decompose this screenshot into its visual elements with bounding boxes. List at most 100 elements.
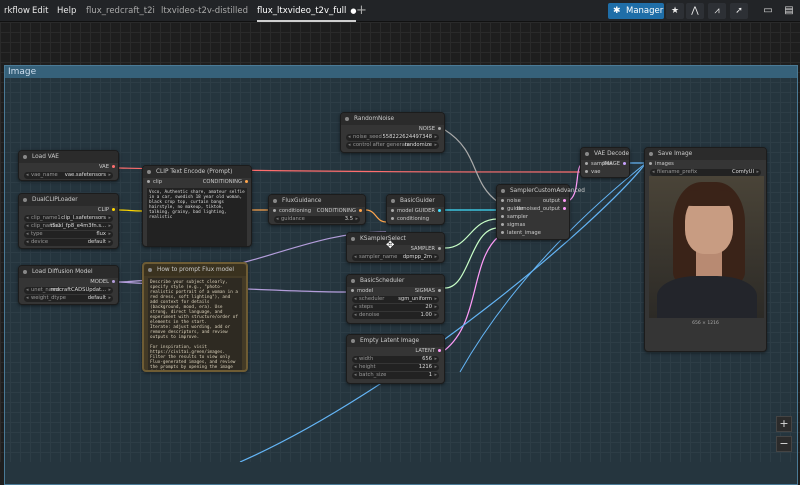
scheduler-widget[interactable]: scheduler sgm_uniform — [352, 296, 439, 303]
model-output[interactable]: MODEL — [19, 278, 118, 286]
vae-input[interactable]: vae — [581, 168, 629, 176]
input-label: noise — [507, 198, 521, 204]
conditioning-output[interactable]: CONDITIONING — [203, 178, 251, 186]
node-title: FluxGuidance — [269, 195, 365, 207]
sampler-output[interactable]: SAMPLER — [347, 245, 444, 253]
node-title: SamplerCustomAdvanced — [497, 185, 585, 197]
node-title: CLIP Text Encode (Prompt) — [143, 166, 251, 178]
sampler-input[interactable]: sampler — [497, 213, 569, 221]
input-label: clip — [153, 179, 163, 185]
conditioning-output[interactable]: CONDITIONING — [317, 207, 365, 215]
widget-value: ComfyUI — [732, 169, 754, 175]
sampler-custom-advanced-node[interactable]: SamplerCustomAdvanced noise output guider… — [496, 184, 585, 240]
vae-name-widget[interactable]: vae_name vae.safetensors — [24, 172, 113, 179]
dual-clip-loader-node[interactable]: DualCLIPLoader CLIP clip_name1clip_l.saf… — [18, 193, 119, 249]
widget-label: denoise — [359, 312, 380, 318]
weight-dtype-widget[interactable]: weight_dtype default — [24, 295, 113, 302]
width-widget[interactable]: width 656 — [352, 356, 439, 363]
save-image-node[interactable]: Save Image images filename_prefix ComfyUI… — [644, 147, 767, 352]
sigmas-input[interactable]: sigmas — [497, 221, 569, 229]
basic-scheduler-node[interactable]: BasicScheduler model SIGMAS scheduler sgm_… — [346, 274, 445, 324]
zoom-in-button[interactable]: + — [776, 416, 792, 432]
type-widget[interactable]: type flux — [24, 231, 113, 238]
manager-label: Manager — [626, 6, 664, 16]
export-arrow-icon[interactable]: ➚ — [730, 3, 748, 19]
noise-seed-widget[interactable]: noise_seed558222624497348 — [346, 134, 439, 141]
vae-decode-node[interactable]: VAE Decode samples IMAGE vae — [580, 147, 630, 178]
clip-input[interactable]: clip CONDITIONING — [143, 178, 251, 186]
model-input[interactable]: model SIGMAS — [347, 287, 444, 295]
samples-input[interactable]: samples IMAGE — [581, 160, 629, 168]
clip-text-encode-node[interactable]: CLIP Text Encode (Prompt) clip CONDITIONI… — [142, 165, 252, 247]
menu-edit[interactable]: Edit — [32, 6, 48, 16]
guider-output[interactable]: GUIDER — [415, 207, 444, 215]
noise-output[interactable]: NOISE — [341, 125, 444, 133]
clip-output[interactable]: CLIP — [19, 206, 118, 214]
conditioning-input[interactable]: conditioning CONDITIONING — [269, 207, 365, 215]
device-widget[interactable]: device default — [24, 239, 113, 246]
nodes-icon[interactable]: ⋀ — [686, 3, 704, 19]
latent-output[interactable]: LATENT — [347, 347, 444, 355]
sigmas-output[interactable]: SIGMAS — [415, 287, 444, 295]
node-canvas[interactable]: Image Load VAE VAE vae_namevae.safetenso… — [0, 22, 800, 485]
node-title: BasicScheduler — [347, 275, 444, 287]
model-input[interactable]: model GUIDER — [387, 207, 444, 215]
empty-latent-image-node[interactable]: Empty Latent Image LATENT width 656 heigh… — [346, 334, 445, 384]
tab-flux-ltxvideo-full[interactable]: flux_ltxvideo_t2v_full ● — [257, 0, 357, 22]
images-input[interactable]: images — [645, 160, 766, 168]
share-model-icon[interactable]: ⩘ — [708, 3, 726, 19]
note-text[interactable]: Describe your subject clearly, specify s… — [148, 278, 242, 370]
how-to-prompt-note[interactable]: How to prompt Flux model Describe your s… — [142, 262, 248, 372]
tab-label: flux_ltxvideo_t2v_full — [257, 6, 347, 16]
filename-prefix-widget[interactable]: filename_prefix ComfyUI — [650, 169, 761, 176]
panel-toggle-icon[interactable]: ▭ — [760, 3, 776, 19]
steps-widget[interactable]: steps 20 — [352, 304, 439, 311]
star-icon[interactable]: ★ — [666, 3, 684, 19]
unet-name-widget[interactable]: unet_nameredcraftCADSUpdat... — [24, 287, 113, 294]
vae-output[interactable]: VAE — [19, 163, 118, 171]
batch-size-widget[interactable]: batch_size 1 — [352, 372, 439, 379]
widget-value: default — [87, 239, 106, 245]
ksampler-select-node[interactable]: KSamplerSelect SAMPLER sampler_name dpmpp… — [346, 232, 445, 263]
sampler-name-widget[interactable]: sampler_name dpmpp_2m — [352, 254, 439, 261]
latent-image-input[interactable]: latent_image — [497, 229, 569, 237]
random-noise-node[interactable]: RandomNoise NOISE noise_seed558222624497… — [340, 112, 445, 153]
widget-value: 656 — [422, 356, 432, 362]
clip-name1-widget[interactable]: clip_name1clip_l.safetensors — [24, 215, 113, 222]
widget-label: width — [359, 356, 374, 362]
new-tab-button[interactable]: + — [356, 3, 367, 18]
menu-help[interactable]: Help — [57, 6, 76, 16]
input-label: model — [357, 288, 374, 294]
image-output[interactable]: IMAGE — [603, 160, 629, 168]
height-widget[interactable]: height 1216 — [352, 364, 439, 371]
noise-input[interactable]: noise output — [497, 197, 569, 205]
output-output[interactable]: output — [543, 197, 569, 205]
prompt-textarea[interactable]: Vsco, Authentic share, amateur selfie in… — [147, 188, 247, 246]
control-after-generate-widget[interactable]: control after generaterandomize — [346, 142, 439, 149]
zoom-out-button[interactable]: − — [776, 436, 792, 452]
guidance-widget[interactable]: guidance 3.5 — [274, 216, 360, 223]
image-dimensions: 656 × 1216 — [692, 321, 719, 326]
move-cursor-icon: ✥ — [386, 240, 395, 251]
widget-value: t5xxl_fp8_e4m3fn.s... — [50, 223, 106, 229]
input-label: model — [397, 208, 414, 214]
node-title: Load VAE — [19, 151, 118, 163]
widget-value: dpmpp_2m — [402, 254, 432, 260]
flux-guidance-node[interactable]: FluxGuidance conditioning CONDITIONING gu… — [268, 194, 366, 225]
tab-flux-redcraft[interactable]: flux_redcraft_t2i — [86, 0, 155, 22]
tab-ltxvideo-distilled[interactable]: ltxvideo-t2v-distilled — [161, 0, 248, 22]
basic-guider-node[interactable]: BasicGuider model GUIDER conditioning — [386, 194, 445, 225]
manager-button[interactable]: ✱ Manager — [608, 3, 664, 19]
load-diffusion-model-node[interactable]: Load Diffusion Model MODEL unet_nameredc… — [18, 265, 119, 305]
conditioning-input[interactable]: conditioning — [387, 215, 444, 223]
guider-input[interactable]: guider denoised_output — [497, 205, 569, 213]
denoise-widget[interactable]: denoise 1.00 — [352, 312, 439, 319]
generated-image[interactable] — [649, 176, 764, 318]
widget-label: batch_size — [359, 372, 387, 378]
clip-name2-widget[interactable]: clip_name2t5xxl_fp8_e4m3fn.s... — [24, 223, 113, 230]
load-vae-node[interactable]: Load VAE VAE vae_name vae.safetensors — [18, 150, 119, 181]
menu-workflow[interactable]: rkflow — [4, 6, 30, 16]
layout-icon[interactable]: ▤ — [781, 3, 797, 19]
node-title: VAE Decode — [581, 148, 629, 160]
denoised-output[interactable]: denoised_output — [517, 205, 569, 213]
